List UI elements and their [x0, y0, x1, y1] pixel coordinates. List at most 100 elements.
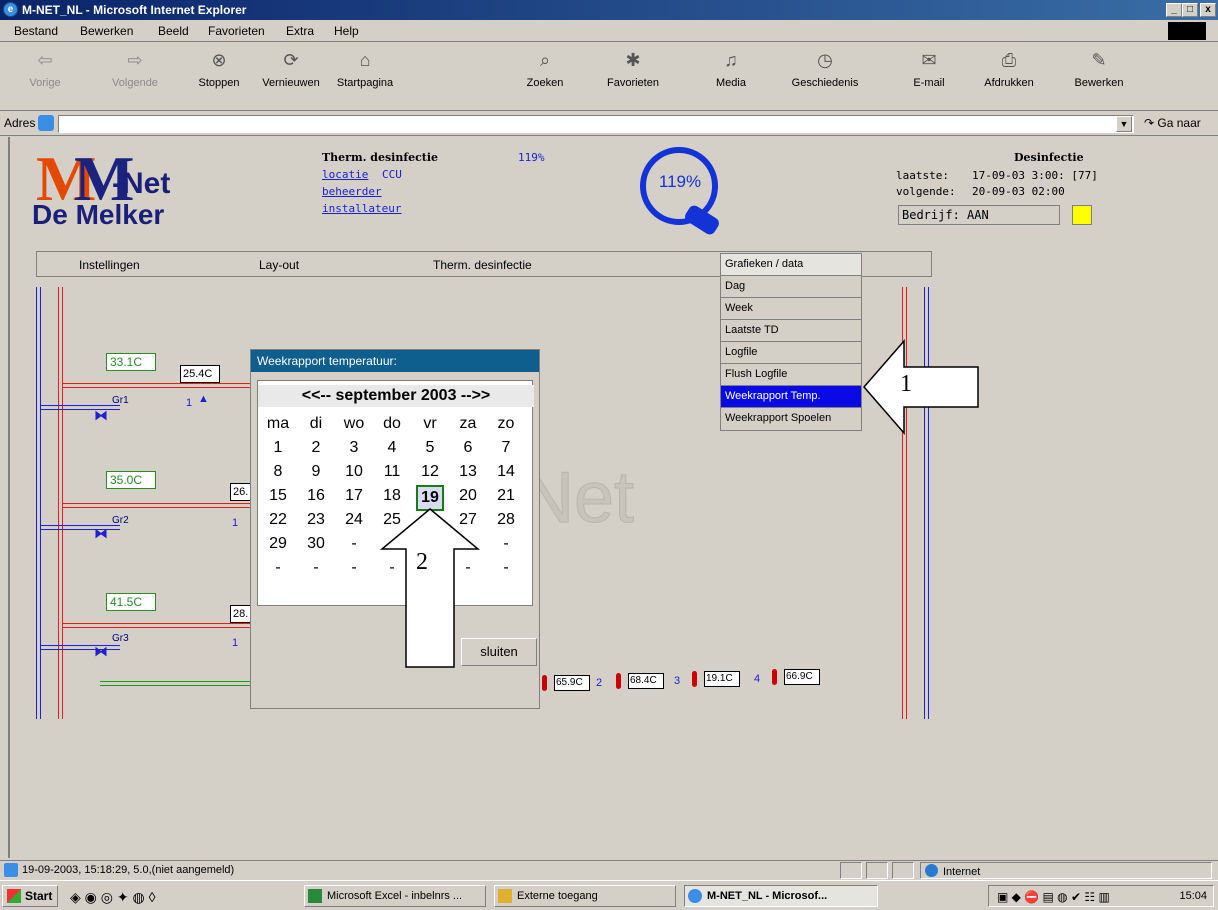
calendar-day[interactable]: 4: [378, 437, 406, 459]
dropdown-header[interactable]: Grafieken / data: [721, 254, 861, 276]
therm-value: 119%: [518, 151, 545, 164]
calendar-day[interactable]: 14: [492, 461, 520, 483]
refresh-button[interactable]: ⟳ Vernieuwen: [256, 49, 326, 89]
beheerder-link[interactable]: beheerder: [322, 185, 382, 198]
history-button[interactable]: ◷ Geschiedenis: [790, 49, 860, 89]
calendar-day[interactable]: 17: [340, 485, 368, 507]
calendar-day[interactable]: 7: [492, 437, 520, 459]
calendar-day[interactable]: 23: [302, 509, 330, 531]
go-arrow-icon: ↷: [1144, 116, 1155, 130]
calendar-day[interactable]: 2: [302, 437, 330, 459]
group2-supply-pipe: [62, 503, 250, 508]
media-icon: ♫: [724, 50, 738, 70]
bedrijf-status: Bedrijf: AAN: [898, 205, 1060, 225]
stop-button[interactable]: ⊗ Stoppen: [184, 49, 254, 89]
address-input[interactable]: [58, 115, 1134, 133]
nav-layout[interactable]: Lay-out: [259, 258, 299, 272]
calendar-month-nav[interactable]: <<-- september 2003 -->>: [258, 385, 534, 407]
calendar-day[interactable]: 20: [454, 485, 482, 507]
grafieken-dropdown: Grafieken / data Dag Week Laatste TD Log…: [720, 253, 862, 431]
calendar-day[interactable]: 28: [492, 509, 520, 531]
task-externe-toegang[interactable]: Externe toegang: [494, 885, 676, 907]
start-button[interactable]: Start: [2, 885, 58, 907]
calendar-day[interactable]: 8: [264, 461, 292, 483]
therm-label: Therm. desinfectie: [322, 151, 439, 164]
task-m-net[interactable]: M-NET_NL - Microsof...: [684, 885, 878, 907]
page-icon: [38, 115, 54, 131]
forward-button[interactable]: ⇨ Volgende: [100, 49, 170, 89]
nav-instellingen[interactable]: Instellingen: [79, 258, 140, 272]
group1-label: Gr1: [112, 395, 129, 406]
dropdown-item-logfile[interactable]: Logfile: [721, 342, 861, 364]
group1-return-temp: 25.4C: [180, 365, 220, 383]
calendar-day[interactable]: 22: [264, 509, 292, 531]
status-panel: [840, 862, 862, 879]
favorites-icon: ✱: [625, 50, 641, 70]
media-button[interactable]: ♫ Media: [696, 49, 766, 89]
laatste-value: 17-09-03 3:00: [77]: [972, 169, 1098, 182]
status-bar: 19-09-2003, 15:18:29, 5.0,(niet aangemel…: [0, 860, 1218, 880]
installateur-link[interactable]: installateur: [322, 202, 401, 215]
menu-favorieten[interactable]: Favorieten: [208, 24, 265, 38]
toolbar: ⇦ Vorige ⇨ Volgende ⊗ Stoppen ⟳ Vernieuwen ⌂…: [0, 43, 1218, 111]
sensor2-value: 68.4C: [628, 673, 664, 689]
weekday-header: zo: [497, 415, 515, 432]
search-icon: ⌕: [539, 50, 551, 70]
close-button[interactable]: x: [1200, 3, 1216, 17]
calendar-day[interactable]: 12: [416, 461, 444, 483]
edit-button[interactable]: ✎ Bewerken: [1064, 49, 1134, 89]
calendar-day[interactable]: 30: [302, 533, 330, 555]
clock: 15:04: [1179, 890, 1207, 902]
locatie-link[interactable]: locatie: [322, 168, 368, 181]
print-button[interactable]: ⎙ Afdrukken: [974, 49, 1044, 89]
dropdown-item-weekrapport-temp[interactable]: Weekrapport Temp.: [721, 386, 861, 408]
dropdown-item-dag[interactable]: Dag: [721, 276, 861, 298]
home-button[interactable]: ⌂ Startpagina: [330, 49, 400, 89]
menu-extra[interactable]: Extra: [286, 24, 314, 38]
menu-beeld[interactable]: Beeld: [158, 24, 189, 38]
dropdown-item-flush-logfile[interactable]: Flush Logfile: [721, 364, 861, 386]
task-excel[interactable]: Microsoft Excel - inbelnrs ...: [304, 885, 486, 907]
go-button[interactable]: ↷ Ga naar: [1144, 116, 1201, 130]
calendar-empty-cell: -: [351, 559, 357, 576]
weekday-header: za: [459, 415, 477, 432]
quicklaunch-icons[interactable]: ◈ ◉ ◎ ✦ ◍ ◊: [70, 889, 156, 906]
calendar-day[interactable]: 3: [340, 437, 368, 459]
calendar-empty-cell: -: [503, 559, 509, 576]
calendar-day[interactable]: 24: [340, 509, 368, 531]
address-dropdown-button[interactable]: ▼: [1116, 116, 1132, 132]
calendar-day[interactable]: 15: [264, 485, 292, 507]
calendar-day[interactable]: 6: [454, 437, 482, 459]
favorites-button[interactable]: ✱ Favorieten: [598, 49, 668, 89]
dropdown-item-week[interactable]: Week: [721, 298, 861, 320]
calendar-day[interactable]: 16: [302, 485, 330, 507]
menu-help[interactable]: Help: [334, 24, 359, 38]
calendar-day[interactable]: 13: [454, 461, 482, 483]
sensor1-value: 65.9C: [554, 675, 590, 691]
back-button[interactable]: ⇦ Vorige: [10, 49, 80, 89]
calendar-day[interactable]: 1: [264, 437, 292, 459]
calendar-day[interactable]: 21: [492, 485, 520, 507]
calendar-day[interactable]: 5: [416, 437, 444, 459]
search-button[interactable]: ⌕ Zoeken: [510, 49, 580, 89]
calendar-day[interactable]: 11: [378, 461, 406, 483]
dropdown-item-laatste-td[interactable]: Laatste TD: [721, 320, 861, 342]
nav-therm-desinfectie[interactable]: Therm. desinfectie: [433, 258, 532, 272]
desinfectie-title: Desinfectie: [1014, 151, 1084, 164]
calendar-day[interactable]: 18: [378, 485, 406, 507]
calendar-title: Weekrapport temperatuur:: [251, 350, 539, 372]
window-titlebar: e M-NET_NL - Microsoft Internet Explorer…: [0, 0, 1218, 20]
pipe-blue-left: [36, 287, 41, 719]
address-label: Adres: [4, 116, 36, 130]
maximize-button[interactable]: □: [1182, 3, 1198, 17]
dropdown-item-weekrapport-spoelen[interactable]: Weekrapport Spoelen: [721, 408, 861, 430]
group1-supply-pipe: [62, 383, 250, 388]
mail-button[interactable]: ✉ E-mail: [894, 49, 964, 89]
menu-bewerken[interactable]: Bewerken: [80, 24, 133, 38]
tray-icons[interactable]: ▣ ◆ ⛔ ▤ ◍ ✔ ☷ ▥: [997, 887, 1110, 907]
calendar-day[interactable]: 10: [340, 461, 368, 483]
calendar-day[interactable]: 29: [264, 533, 292, 555]
calendar-day[interactable]: 9: [302, 461, 330, 483]
menu-bestand[interactable]: Bestand: [14, 24, 58, 38]
minimize-button[interactable]: _: [1166, 3, 1182, 17]
